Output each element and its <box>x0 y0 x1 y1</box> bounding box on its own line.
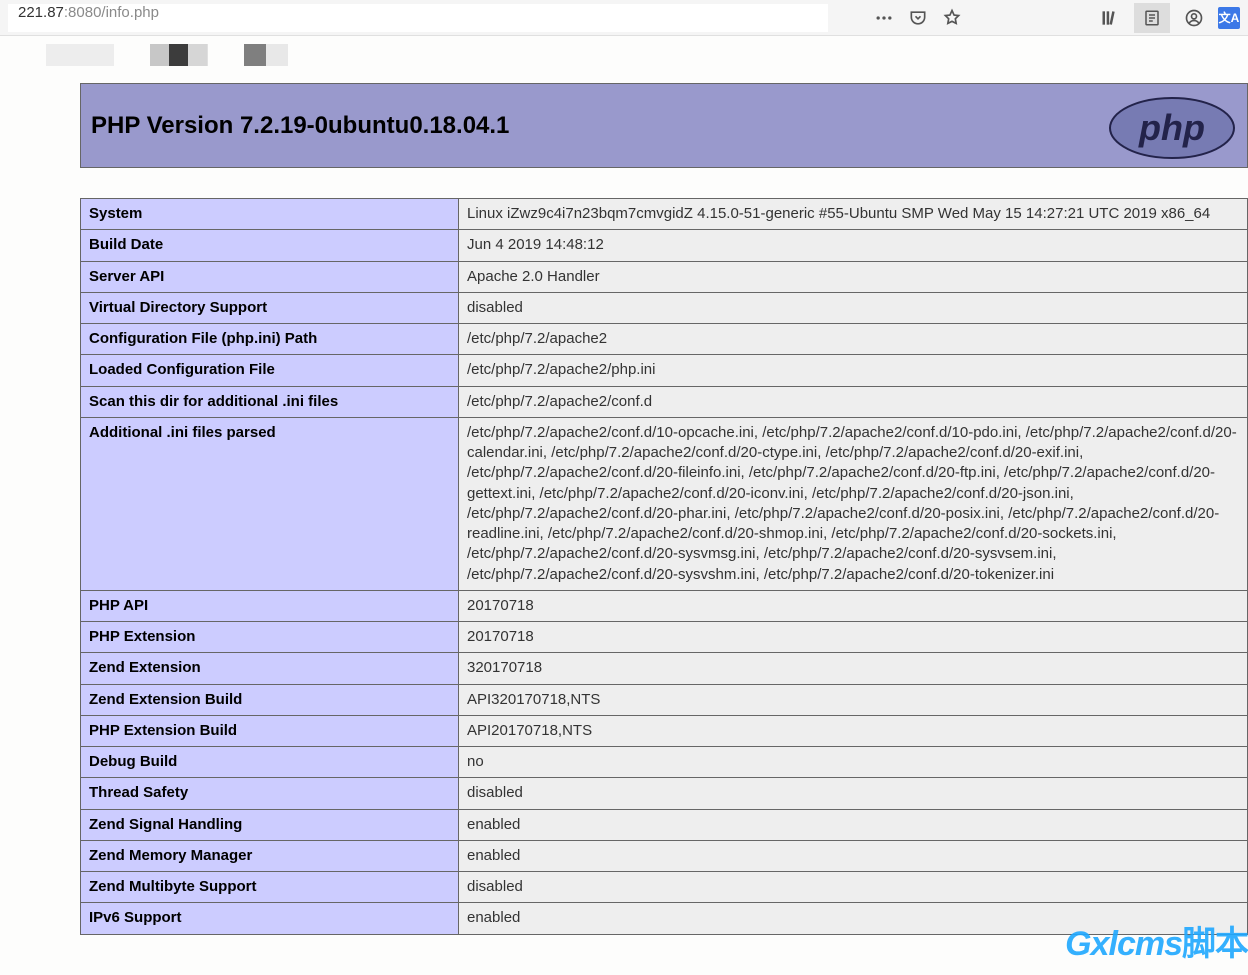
bookmark-placeholder[interactable] <box>244 44 288 66</box>
row-value: Jun 4 2019 14:48:12 <box>459 230 1248 261</box>
table-row: Additional .ini files parsed/etc/php/7.2… <box>81 417 1248 590</box>
row-label: Server API <box>81 261 459 292</box>
table-row: Configuration File (php.ini) Path/etc/ph… <box>81 324 1248 355</box>
row-label: IPv6 Support <box>81 903 459 934</box>
row-value: 20170718 <box>459 622 1248 653</box>
row-value: disabled <box>459 872 1248 903</box>
url-path: :8080/info.php <box>64 4 159 21</box>
reader-view-button[interactable] <box>1134 3 1170 33</box>
row-label: System <box>81 199 459 230</box>
row-label: Zend Extension Build <box>81 684 459 715</box>
watermark-cn: 脚本 <box>1182 925 1248 963</box>
row-value: Linux iZwz9c4i7n23bqm7cmvgidZ 4.15.0-51-… <box>459 199 1248 230</box>
table-row: Debug Buildno <box>81 747 1248 778</box>
bookmark-placeholder[interactable] <box>150 44 208 66</box>
svg-text:php: php <box>1138 107 1205 148</box>
page-content: PHP Version 7.2.19-0ubuntu0.18.04.1 php … <box>80 83 1248 975</box>
table-row: Zend Signal Handlingenabled <box>81 809 1248 840</box>
row-value: /etc/php/7.2/apache2/conf.d <box>459 386 1248 417</box>
pocket-icon[interactable] <box>908 8 928 28</box>
table-row: PHP API20170718 <box>81 590 1248 621</box>
row-value: disabled <box>459 292 1248 323</box>
bookmark-placeholder[interactable] <box>46 44 114 66</box>
row-label: Scan this dir for additional .ini files <box>81 386 459 417</box>
watermark-latin: Gxlcms <box>1065 925 1182 963</box>
table-row: Zend Extension BuildAPI320170718,NTS <box>81 684 1248 715</box>
table-row: Virtual Directory Supportdisabled <box>81 292 1248 323</box>
row-label: Loaded Configuration File <box>81 355 459 386</box>
row-value: enabled <box>459 840 1248 871</box>
row-label: Configuration File (php.ini) Path <box>81 324 459 355</box>
row-value: /etc/php/7.2/apache2/php.ini <box>459 355 1248 386</box>
page-actions-icon[interactable] <box>874 8 894 28</box>
table-row: PHP Extension20170718 <box>81 622 1248 653</box>
account-icon[interactable] <box>1184 8 1204 28</box>
table-row: Zend Multibyte Supportdisabled <box>81 872 1248 903</box>
phpinfo-header: PHP Version 7.2.19-0ubuntu0.18.04.1 php <box>80 83 1248 168</box>
table-row: Zend Memory Managerenabled <box>81 840 1248 871</box>
row-label: Thread Safety <box>81 778 459 809</box>
bookmarks-bar <box>0 36 1248 74</box>
table-row: Zend Extension320170718 <box>81 653 1248 684</box>
php-logo: php <box>1107 96 1237 165</box>
row-label: Zend Memory Manager <box>81 840 459 871</box>
row-value: disabled <box>459 778 1248 809</box>
bookmark-star-icon[interactable] <box>942 8 962 28</box>
row-label: PHP API <box>81 590 459 621</box>
table-row: Scan this dir for additional .ini files/… <box>81 386 1248 417</box>
row-label: Zend Signal Handling <box>81 809 459 840</box>
translate-button[interactable]: 文A <box>1218 7 1240 29</box>
watermark: Gxlcms脚本 <box>1065 916 1248 965</box>
phpinfo-table: SystemLinux iZwz9c4i7n23bqm7cmvgidZ 4.15… <box>80 198 1248 935</box>
row-value: API320170718,NTS <box>459 684 1248 715</box>
row-label: Debug Build <box>81 747 459 778</box>
row-value: enabled <box>459 809 1248 840</box>
url-host: 221.87 <box>18 4 64 21</box>
row-label: PHP Extension Build <box>81 715 459 746</box>
row-label: Additional .ini files parsed <box>81 417 459 590</box>
row-label: Zend Extension <box>81 653 459 684</box>
row-label: Zend Multibyte Support <box>81 872 459 903</box>
row-value: Apache 2.0 Handler <box>459 261 1248 292</box>
url-bar[interactable]: 221.87:8080/info.php <box>8 4 828 32</box>
row-value: no <box>459 747 1248 778</box>
row-label: Build Date <box>81 230 459 261</box>
browser-toolbar: 221.87:8080/info.php 文A <box>0 0 1248 36</box>
table-row: Server APIApache 2.0 Handler <box>81 261 1248 292</box>
table-row: SystemLinux iZwz9c4i7n23bqm7cmvgidZ 4.15… <box>81 199 1248 230</box>
table-row: Loaded Configuration File/etc/php/7.2/ap… <box>81 355 1248 386</box>
library-icon[interactable] <box>1100 8 1120 28</box>
row-label: PHP Extension <box>81 622 459 653</box>
table-row: PHP Extension BuildAPI20170718,NTS <box>81 715 1248 746</box>
row-value: 320170718 <box>459 653 1248 684</box>
row-value: 20170718 <box>459 590 1248 621</box>
page-title: PHP Version 7.2.19-0ubuntu0.18.04.1 <box>91 112 509 140</box>
row-value: /etc/php/7.2/apache2 <box>459 324 1248 355</box>
row-value: /etc/php/7.2/apache2/conf.d/10-opcache.i… <box>459 417 1248 590</box>
row-label: Virtual Directory Support <box>81 292 459 323</box>
table-row: Build DateJun 4 2019 14:48:12 <box>81 230 1248 261</box>
row-value: API20170718,NTS <box>459 715 1248 746</box>
table-row: Thread Safetydisabled <box>81 778 1248 809</box>
